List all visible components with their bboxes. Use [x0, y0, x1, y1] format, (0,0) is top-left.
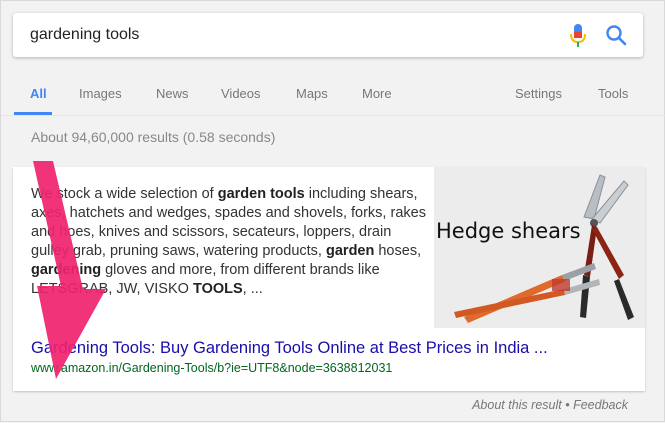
- featured-snippet-text: We stock a wide selection of garden tool…: [31, 185, 426, 299]
- result-stats: About 94,60,000 results (0.58 seconds): [31, 129, 276, 145]
- featured-image-caption: Hedge shears: [436, 219, 581, 243]
- snippet-text: , ...: [242, 281, 263, 297]
- tools-link[interactable]: Tools: [598, 86, 628, 101]
- result-title-link[interactable]: Gardening Tools: Buy Gardening Tools Onl…: [31, 339, 548, 358]
- tab-videos[interactable]: Videos: [221, 86, 261, 101]
- tab-news[interactable]: News: [156, 86, 189, 101]
- search-icon[interactable]: [605, 24, 627, 46]
- snippet-text: hoses,: [374, 243, 422, 259]
- tab-images[interactable]: Images: [79, 86, 122, 101]
- search-input[interactable]: gardening tools: [30, 26, 139, 44]
- microphone-icon[interactable]: [568, 23, 588, 49]
- snippet-text: We stock a wide selection of: [31, 186, 218, 202]
- feedback-link[interactable]: Feedback: [573, 398, 628, 412]
- featured-image[interactable]: Hedge shears: [434, 167, 645, 328]
- tab-all[interactable]: All: [30, 86, 47, 101]
- result-url: www.amazon.in/Gardening-Tools/b?ie=UTF8&…: [31, 361, 393, 375]
- settings-link[interactable]: Settings: [515, 86, 562, 101]
- snippet-highlight: garden: [326, 243, 375, 259]
- tab-maps[interactable]: Maps: [296, 86, 328, 101]
- result-footer: About this result • Feedback: [472, 398, 628, 412]
- tabs-divider: [1, 115, 665, 116]
- snippet-highlight: garden tools: [217, 186, 305, 202]
- featured-snippet: We stock a wide selection of garden tool…: [13, 167, 645, 391]
- footer-separator: •: [565, 398, 570, 412]
- results-page: gardening tools All Images News Videos M…: [0, 0, 665, 422]
- search-tabs: All Images News Videos Maps More Setting…: [1, 77, 665, 115]
- search-bar[interactable]: gardening tools: [13, 13, 643, 57]
- about-this-result-link[interactable]: About this result: [472, 398, 562, 412]
- snippet-highlight: TOOLS: [192, 281, 243, 297]
- tab-more[interactable]: More: [362, 86, 392, 101]
- snippet-highlight: gardening: [31, 262, 102, 278]
